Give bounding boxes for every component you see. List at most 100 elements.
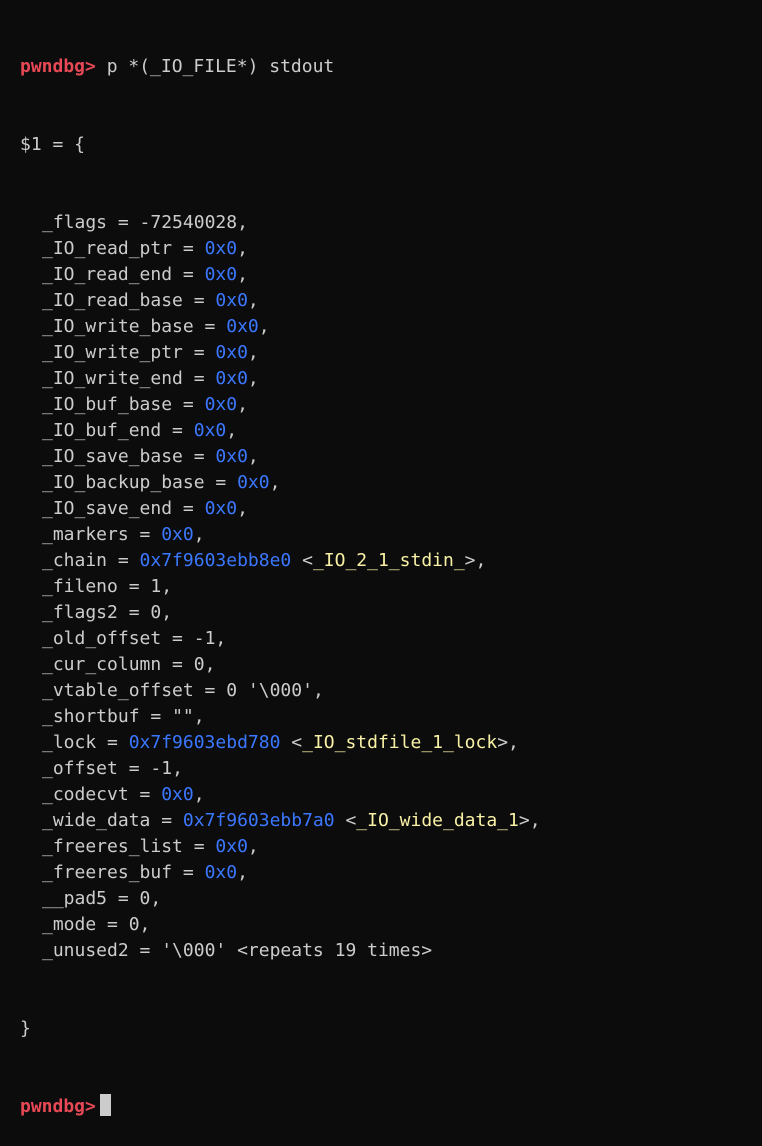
equals-sign: = — [139, 706, 173, 727]
equals-sign: = — [117, 602, 151, 623]
field-name: __pad5 — [42, 888, 108, 909]
equals-sign: = — [128, 784, 162, 805]
struct-field-row: _fileno = 1, — [20, 574, 762, 600]
command-text: p *(_IO_FILE*) stdout — [95, 56, 335, 77]
prompt-label: pwndbg> — [20, 1096, 96, 1117]
struct-field-row: _mode = 0, — [20, 912, 762, 938]
field-value: 0x0 — [161, 784, 194, 805]
equals-sign: = — [182, 342, 216, 363]
field-value: 0 — [150, 602, 162, 623]
field-value: 0 — [139, 888, 151, 909]
field-name: _fileno — [42, 576, 118, 597]
field-name: _IO_write_end — [42, 368, 183, 389]
equals-sign: = — [172, 394, 205, 415]
field-separator: , — [237, 212, 248, 233]
equals-sign: = — [172, 498, 205, 519]
terminal-window[interactable]: pwndbg> p *(_IO_FILE*) stdout $1 = { _fl… — [0, 0, 762, 1117]
field-separator: , — [475, 550, 487, 571]
field-separator: , — [204, 654, 216, 675]
struct-field-row: _IO_save_end = 0x0, — [20, 496, 762, 522]
struct-field-row: _IO_read_ptr = 0x0, — [20, 236, 762, 262]
field-value: 0x0 — [215, 368, 248, 389]
field-symbol: _IO_wide_data_1 — [356, 810, 519, 831]
equals-sign: = — [161, 654, 194, 675]
field-name: _IO_save_base — [42, 446, 183, 467]
field-separator: , — [172, 758, 183, 779]
field-separator: , — [139, 914, 151, 935]
struct-field-row: _flags = -72540028, — [20, 210, 762, 236]
equals-sign: = — [117, 576, 151, 597]
struct-field-row: _offset = -1, — [20, 756, 762, 782]
field-name: _old_offset — [42, 628, 162, 649]
field-name: _IO_buf_end — [42, 420, 162, 441]
equals-sign: = — [172, 264, 205, 285]
field-value: 0 — [128, 914, 140, 935]
field-separator: , — [312, 680, 324, 701]
field-separator: , — [247, 342, 259, 363]
prompt-label: pwndbg> — [20, 56, 96, 77]
equals-sign: = — [182, 368, 216, 389]
field-value: 0x7f9603ebd780 — [128, 732, 281, 753]
struct-field-row: _chain = 0x7f9603ebb8e0 <_IO_2_1_stdin_>… — [20, 548, 762, 574]
struct-field-row: _IO_write_base = 0x0, — [20, 314, 762, 340]
struct-field-row: _wide_data = 0x7f9603ebb7a0 <_IO_wide_da… — [20, 808, 762, 834]
symbol-close-bracket: > — [518, 810, 530, 831]
field-value: 0x0 — [204, 264, 238, 285]
field-name: _IO_buf_base — [42, 394, 173, 415]
field-name: _IO_write_base — [42, 316, 194, 337]
struct-field-row: _cur_column = 0, — [20, 652, 762, 678]
symbol-open-bracket: < — [280, 732, 303, 753]
next-prompt-line[interactable]: pwndbg> — [20, 1094, 762, 1120]
field-separator: , — [247, 290, 259, 311]
field-value: 0 — [193, 654, 205, 675]
field-name: _codecvt — [42, 784, 129, 805]
field-name: _lock — [42, 732, 97, 753]
field-name: _IO_read_ptr — [42, 238, 173, 259]
field-symbol: _IO_2_1_stdin_ — [312, 550, 465, 571]
equals-sign: = — [182, 446, 216, 467]
struct-field-row: _IO_buf_base = 0x0, — [20, 392, 762, 418]
field-value: -1 — [150, 758, 173, 779]
field-separator: , — [258, 316, 270, 337]
field-name: _chain — [42, 550, 108, 571]
equals-sign: = — [182, 290, 216, 311]
result-close: } — [20, 1018, 31, 1039]
equals-sign: = — [128, 940, 162, 961]
struct-field-row: _IO_read_base = 0x0, — [20, 288, 762, 314]
equals-sign: = — [161, 628, 194, 649]
field-separator: , — [215, 628, 227, 649]
struct-field-row: _shortbuf = "", — [20, 704, 762, 730]
field-value: 0x0 — [161, 524, 194, 545]
field-value: -72540028 — [139, 212, 238, 233]
symbol-close-bracket: > — [497, 732, 509, 753]
struct-field-row: _IO_save_base = 0x0, — [20, 444, 762, 470]
field-value: 1 — [150, 576, 162, 597]
field-value: 0x0 — [226, 316, 259, 337]
field-value: 0x0 — [215, 836, 248, 857]
symbol-open-bracket: < — [291, 550, 313, 571]
field-separator: , — [226, 420, 238, 441]
field-value: 0x0 — [215, 290, 248, 311]
field-name: _cur_column — [42, 654, 162, 675]
struct-field-row: __pad5 = 0, — [20, 886, 762, 912]
field-name: _IO_backup_base — [42, 472, 205, 493]
equals-sign: = — [172, 238, 205, 259]
struct-field-row: _lock = 0x7f9603ebd780 <_IO_stdfile_1_lo… — [20, 730, 762, 756]
struct-field-row: _unused2 = '\000' <repeats 19 times> — [20, 938, 762, 964]
field-value: '\000' <repeats 19 times> — [161, 940, 433, 961]
field-separator: , — [269, 472, 281, 493]
field-separator: , — [193, 706, 205, 727]
terminal-cursor[interactable] — [99, 1094, 111, 1116]
field-separator: , — [161, 576, 173, 597]
field-separator: , — [237, 862, 248, 883]
equals-sign: = — [172, 862, 205, 883]
field-name: _shortbuf — [42, 706, 140, 727]
equals-sign: = — [117, 758, 151, 779]
struct-field-row: _IO_write_ptr = 0x0, — [20, 340, 762, 366]
field-value: 0x0 — [204, 238, 238, 259]
field-name: _IO_read_end — [42, 264, 173, 285]
field-separator: , — [237, 394, 248, 415]
struct-field-row: _codecvt = 0x0, — [20, 782, 762, 808]
equals-sign: = — [107, 888, 140, 909]
struct-field-row: _old_offset = -1, — [20, 626, 762, 652]
